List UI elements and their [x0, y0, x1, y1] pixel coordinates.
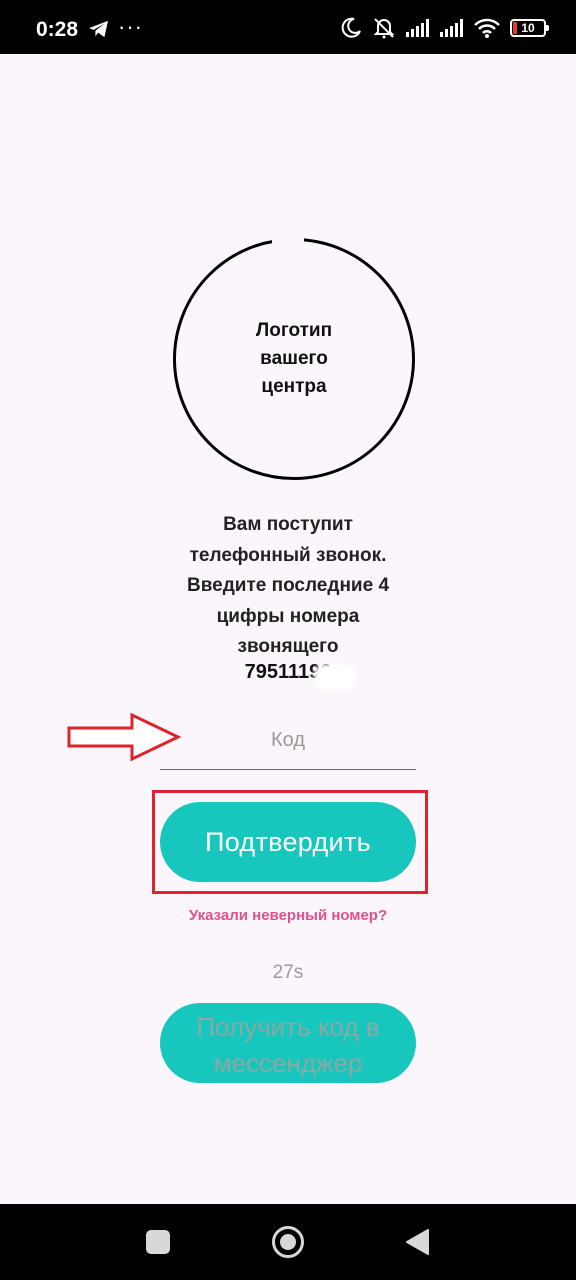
telegram-icon — [89, 20, 108, 38]
confirm-button[interactable]: Подтвердить — [160, 802, 416, 882]
battery-level: 10 — [521, 21, 535, 35]
phone-number: 79511196 — [244, 661, 332, 683]
resend-timer: 27s — [272, 962, 304, 983]
signal-icon — [440, 19, 463, 37]
home-icon[interactable] — [272, 1226, 304, 1258]
instruction-text: Вам поступит телефонный звонок. Введите … — [186, 514, 390, 657]
status-time: 0:28 — [36, 18, 79, 41]
signal-icon — [406, 19, 429, 37]
status-icons: 10 — [340, 16, 549, 40]
screen: 0:28 ··· 10 Логотип вашего центра Вам по… — [0, 0, 576, 1280]
status-bar: 0:28 ··· 10 — [0, 0, 576, 54]
battery-icon: 10 — [510, 19, 549, 37]
alarm-off-icon — [373, 18, 395, 39]
get-code-messenger-button[interactable]: Получить код в мессенджер — [160, 1003, 416, 1083]
wrong-number-link[interactable]: Указали неверный номер? — [148, 907, 428, 924]
back-icon[interactable] — [404, 1228, 430, 1256]
logo-overlap — [272, 229, 304, 243]
recent-apps-icon[interactable] — [146, 1230, 170, 1254]
moon-icon — [341, 17, 361, 38]
logo: Логотип вашего центра — [173, 238, 415, 480]
code-input[interactable] — [160, 712, 416, 770]
phone-redaction — [314, 664, 356, 690]
logo-text: Логотип вашего центра — [255, 320, 333, 397]
wifi-icon — [474, 18, 500, 38]
more-icon: ··· — [118, 14, 143, 39]
